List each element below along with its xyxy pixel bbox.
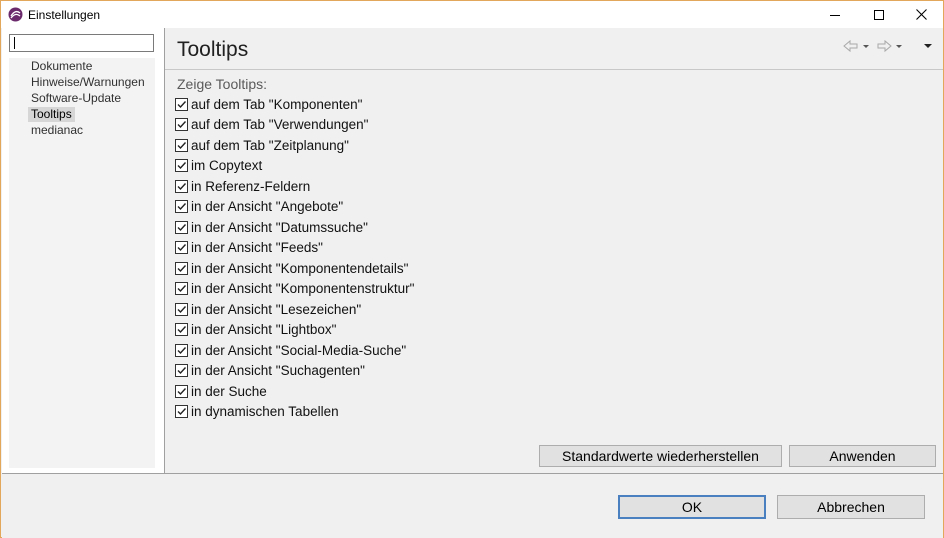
checkbox-tab-verwendungen[interactable]: auf dem Tab "Verwendungen" <box>175 116 368 134</box>
checkbox-checked-icon[interactable] <box>175 364 188 377</box>
checkbox-label: in der Ansicht "Lightbox" <box>191 322 337 337</box>
cancel-button[interactable]: Abbrechen <box>777 495 925 519</box>
title-separator <box>165 69 943 70</box>
checkbox-checked-icon[interactable] <box>175 159 188 172</box>
maximize-icon <box>874 9 884 20</box>
checkbox-tab-komponenten[interactable]: auf dem Tab "Komponenten" <box>175 95 362 113</box>
tree-item-hinweise-warnungen[interactable]: Hinweise/Warnungen <box>28 75 148 90</box>
tooltips-group-label: Zeige Tooltips: <box>177 76 268 92</box>
preferences-tree: Dokumente Hinweise/Warnungen Software-Up… <box>9 58 155 468</box>
checkbox-checked-icon[interactable] <box>175 118 188 131</box>
tree-item-software-update[interactable]: Software-Update <box>28 91 124 106</box>
checkbox-label: in dynamischen Tabellen <box>191 404 339 419</box>
checkbox-ansicht-lesezeichen[interactable]: in der Ansicht "Lesezeichen" <box>175 300 361 318</box>
preferences-sidebar: Dokumente Hinweise/Warnungen Software-Up… <box>2 28 165 473</box>
checkbox-label: auf dem Tab "Zeitplanung" <box>191 137 349 153</box>
close-icon <box>915 9 927 20</box>
preference-page: Tooltips Zeige Tooltips: auf dem Tab "Ko… <box>165 28 943 473</box>
view-menu-icon[interactable] <box>923 39 933 53</box>
checkbox-label: in der Ansicht "Feeds" <box>191 240 323 255</box>
checkbox-dynamische-tabellen[interactable]: in dynamischen Tabellen <box>175 403 339 421</box>
apply-button[interactable]: Anwenden <box>789 445 936 467</box>
checkbox-ansicht-social-media-suche[interactable]: in der Ansicht "Social-Media-Suche" <box>175 341 406 359</box>
checkbox-checked-icon[interactable] <box>175 97 188 111</box>
ok-button[interactable]: OK <box>618 495 766 519</box>
tree-item-medianac[interactable]: medianac <box>28 123 86 138</box>
forward-arrow-icon[interactable] <box>876 39 892 53</box>
checkbox-checked-icon[interactable] <box>175 323 188 336</box>
checkbox-ansicht-angebote[interactable]: in der Ansicht "Angebote" <box>175 198 343 216</box>
minimize-button[interactable] <box>813 1 857 28</box>
minimize-icon <box>830 14 840 16</box>
dialog-button-bar: OK Abbrechen <box>2 473 943 538</box>
back-arrow-icon[interactable] <box>843 39 859 53</box>
page-navigation <box>843 39 935 53</box>
checkbox-label: in der Ansicht "Lesezeichen" <box>191 301 362 317</box>
checkbox-checked-icon[interactable] <box>175 302 188 316</box>
checkbox-referenz-feldern[interactable]: in Referenz-Feldern <box>175 177 310 195</box>
checkbox-label: im Copytext <box>191 158 263 173</box>
page-title: Tooltips <box>177 38 249 61</box>
checkbox-label: in der Ansicht "Suchagenten" <box>191 363 365 378</box>
checkbox-tab-zeitplanung[interactable]: auf dem Tab "Zeitplanung" <box>175 136 349 154</box>
checkbox-copytext[interactable]: im Copytext <box>175 157 262 175</box>
tree-item-dokumente[interactable]: Dokumente <box>28 59 95 74</box>
checkbox-label: in der Suche <box>191 383 267 399</box>
checkbox-ansicht-lightbox[interactable]: in der Ansicht "Lightbox" <box>175 321 336 339</box>
checkbox-checked-icon[interactable] <box>175 138 188 152</box>
checkbox-checked-icon[interactable] <box>175 200 188 213</box>
forward-dropdown-icon[interactable] <box>895 39 903 53</box>
checkbox-checked-icon[interactable] <box>175 261 188 275</box>
checkbox-checked-icon[interactable] <box>175 179 188 193</box>
checkbox-label: in der Ansicht "Komponentenstruktur" <box>191 281 415 296</box>
close-button[interactable] <box>899 1 943 28</box>
restore-defaults-button[interactable]: Standardwerte wiederherstellen <box>539 445 782 467</box>
maximize-button[interactable] <box>857 1 901 28</box>
window-title: Einstellungen <box>28 8 101 22</box>
checkbox-checked-icon[interactable] <box>175 384 188 398</box>
checkbox-label: in der Ansicht "Angebote" <box>191 199 344 214</box>
back-dropdown-icon[interactable] <box>862 39 870 53</box>
checkbox-ansicht-komponentenstruktur[interactable]: in der Ansicht "Komponentenstruktur" <box>175 280 414 298</box>
checkbox-checked-icon[interactable] <box>175 241 188 254</box>
checkbox-ansicht-suchagenten[interactable]: in der Ansicht "Suchagenten" <box>175 362 365 380</box>
checkbox-ansicht-feeds[interactable]: in der Ansicht "Feeds" <box>175 239 323 257</box>
checkbox-label: auf dem Tab "Komponenten" <box>191 96 363 112</box>
settings-window: Einstellungen Dokumente Hinweise/Warnung… <box>0 0 944 538</box>
app-logo-icon <box>8 7 23 22</box>
checkbox-checked-icon[interactable] <box>175 343 188 357</box>
tree-item-tooltips[interactable]: Tooltips <box>28 107 75 122</box>
checkbox-checked-icon[interactable] <box>175 282 188 295</box>
checkbox-label: in Referenz-Feldern <box>191 178 311 194</box>
checkbox-ansicht-komponentendetails[interactable]: in der Ansicht "Komponentendetails" <box>175 259 408 277</box>
filter-input[interactable] <box>9 34 154 52</box>
checkbox-label: in der Ansicht "Komponentendetails" <box>191 260 409 276</box>
checkbox-label: in der Ansicht "Social-Media-Suche" <box>191 342 407 358</box>
checkbox-ansicht-datumssuche[interactable]: in der Ansicht "Datumssuche" <box>175 218 368 236</box>
checkbox-checked-icon[interactable] <box>175 405 188 418</box>
checkbox-checked-icon[interactable] <box>175 220 188 234</box>
checkbox-label: in der Ansicht "Datumssuche" <box>191 219 368 235</box>
checkbox-suche[interactable]: in der Suche <box>175 382 267 400</box>
text-caret <box>14 37 15 49</box>
checkbox-label: auf dem Tab "Verwendungen" <box>191 117 369 132</box>
title-bar[interactable]: Einstellungen <box>1 1 943 28</box>
